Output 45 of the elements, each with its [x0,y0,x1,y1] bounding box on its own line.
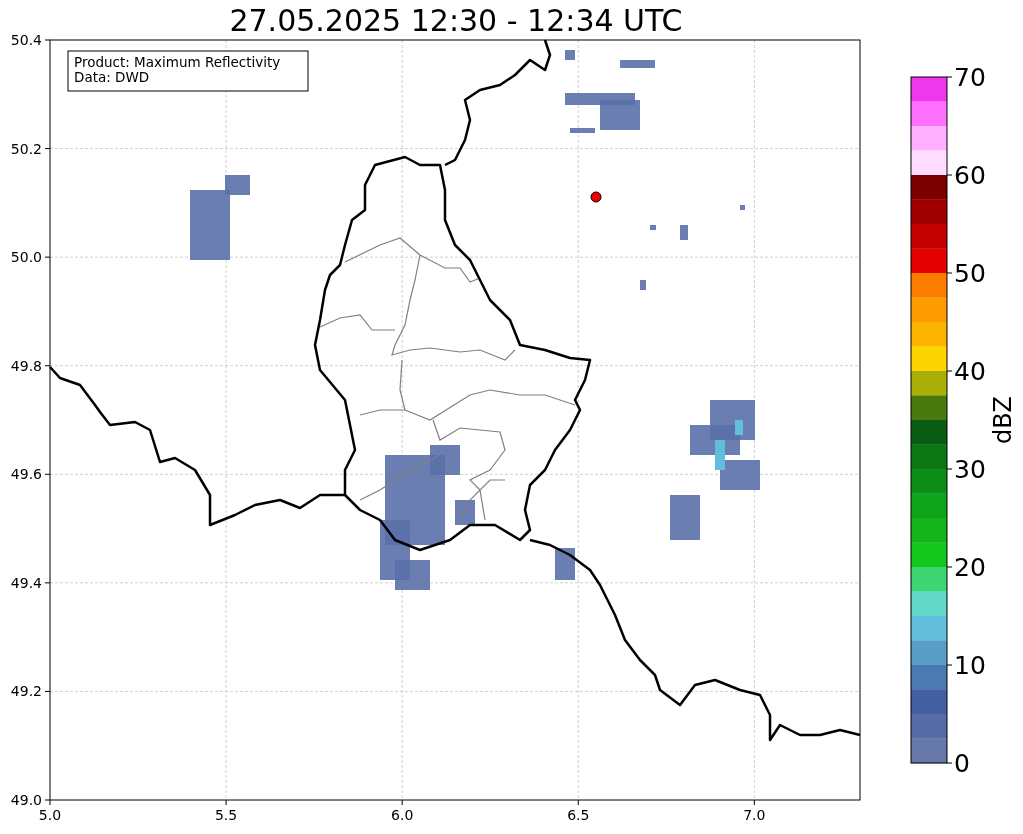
y-axis-tick-label: 49.6 [10,466,42,483]
tick-mark [946,468,953,470]
tick-mark [577,799,579,806]
y-axis-tick-label: 49.2 [10,683,42,700]
tick-mark [44,473,51,475]
y-axis-tick-label: 49.4 [10,574,42,591]
tick-mark [946,370,953,372]
tick-mark [44,365,51,367]
tick-mark [44,582,51,584]
tick-mark [44,148,51,150]
x-axis-tick-label: 6.0 [391,807,414,823]
x-axis-tick-label: 5.5 [214,807,238,823]
colorbar-tick-label: 40 [954,357,986,386]
tick-mark [946,174,953,176]
location-marker [590,191,602,203]
tick-mark [946,566,953,568]
colorbar-label: dBZ [989,395,1017,445]
tick-mark [753,799,755,806]
y-axis-tick-label: 50.2 [10,140,42,157]
chart-title: 27.05.2025 12:30 - 12:34 UTC [229,3,683,38]
tick-mark [946,76,953,78]
colorbar-tick-label: 20 [954,553,986,582]
info-text: Data: DWD [74,69,150,85]
colorbar-tick-label: 70 [954,63,986,92]
tick-mark [401,799,403,806]
colorbar-tick-label: 0 [954,749,970,778]
tick-mark [44,690,51,692]
colorbar-tick-label: 50 [954,259,986,288]
tick-mark [946,762,953,764]
y-axis-tick-label: 49.0 [10,792,42,808]
tick-mark [946,664,953,666]
colorbar-tick-label: 10 [954,651,986,680]
colorbar-tick-label: 30 [954,455,986,484]
y-axis-tick-label: 49.8 [10,357,42,374]
colorbar-tick-label: 60 [954,161,986,190]
x-axis-tick-label: 6.5 [567,807,590,823]
tick-mark [44,39,51,41]
tick-mark [44,256,51,258]
tick-mark [225,799,227,806]
y-axis-tick-label: 50.0 [10,249,42,266]
tick-mark [946,272,953,274]
info-text: Product: Maximum Reflectivity [74,54,281,70]
y-axis-tick-label: 50.4 [10,32,42,48]
x-axis-tick-label: 7.0 [743,807,766,823]
x-axis-tick-label: 5.0 [38,807,62,823]
